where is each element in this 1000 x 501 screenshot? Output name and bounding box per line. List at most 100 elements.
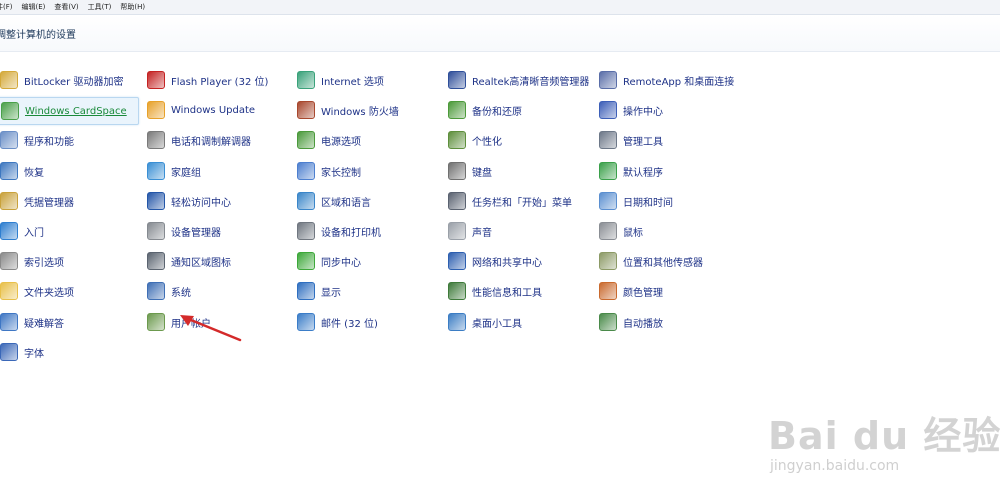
- cp-item-label: Windows CardSpace: [25, 105, 127, 117]
- personalization-icon: [448, 131, 466, 149]
- cp-item-fonts[interactable]: 字体: [0, 339, 44, 365]
- cp-item-phone-modem[interactable]: 电话和调制解调器: [147, 127, 251, 153]
- cp-item-credential[interactable]: 凭据管理器: [0, 188, 74, 214]
- getting-started-icon: [0, 222, 18, 240]
- cp-item-action-center[interactable]: 操作中心: [599, 97, 663, 123]
- cp-item-label: 文件夹选项: [24, 287, 74, 299]
- cp-item-label: 操作中心: [623, 106, 663, 118]
- device-manager-icon: [147, 222, 165, 240]
- cp-item-personalization[interactable]: 个性化: [448, 127, 502, 153]
- cp-item-indexing[interactable]: 索引选项: [0, 248, 64, 274]
- cp-item-folder-options[interactable]: 文件夹选项: [0, 278, 74, 304]
- windows-update-icon: [147, 101, 165, 119]
- troubleshoot-icon: [0, 313, 18, 331]
- cp-item-label: 邮件 (32 位): [321, 318, 378, 330]
- cp-item-label: 凭据管理器: [24, 197, 74, 209]
- cp-item-notification-area[interactable]: 通知区域图标: [147, 248, 231, 274]
- cp-item-devices-printers[interactable]: 设备和打印机: [297, 218, 381, 244]
- cp-item-ease-of-access[interactable]: 轻松访问中心: [147, 188, 231, 214]
- cp-item-performance[interactable]: 性能信息和工具: [448, 278, 542, 304]
- cp-item-label: Realtek高清晰音频管理器: [472, 76, 590, 88]
- indexing-icon: [0, 252, 18, 270]
- cp-item-getting-started[interactable]: 入门: [0, 218, 44, 244]
- action-center-icon: [599, 101, 617, 119]
- cp-item-homegroup[interactable]: 家庭组: [147, 158, 201, 184]
- performance-icon: [448, 282, 466, 300]
- cp-item-troubleshoot[interactable]: 疑难解答: [0, 309, 64, 335]
- cp-item-bitlocker-key[interactable]: BitLocker 驱动器加密: [0, 67, 123, 93]
- fonts-icon: [0, 343, 18, 361]
- cp-item-label: 显示: [321, 287, 341, 299]
- programs-icon: [0, 131, 18, 149]
- menu-file[interactable]: 件(F): [0, 2, 13, 12]
- cp-item-flash[interactable]: Flash Player (32 位): [147, 67, 268, 93]
- cp-item-internet-options[interactable]: Internet 选项: [297, 67, 384, 93]
- cp-item-mouse[interactable]: 鼠标: [599, 218, 643, 244]
- menu-tools[interactable]: 工具(T): [88, 2, 112, 12]
- cp-item-region-language[interactable]: 区域和语言: [297, 188, 371, 214]
- cp-item-label: 备份和还原: [472, 106, 522, 118]
- taskbar-start-icon: [448, 192, 466, 210]
- cp-item-device-manager[interactable]: 设备管理器: [147, 218, 221, 244]
- cardspace-icon: [1, 102, 19, 120]
- header-band: [0, 15, 1000, 52]
- cp-item-default-programs[interactable]: 默认程序: [599, 158, 663, 184]
- cp-item-label: 同步中心: [321, 257, 361, 269]
- cp-item-backup-restore[interactable]: 备份和还原: [448, 97, 522, 123]
- cp-item-sync-center[interactable]: 同步中心: [297, 248, 361, 274]
- cp-item-windows-update[interactable]: Windows Update: [147, 97, 255, 123]
- cp-item-sound[interactable]: 声音: [448, 218, 492, 244]
- cp-item-label: 管理工具: [623, 136, 663, 148]
- bitlocker-key-icon: [0, 71, 18, 89]
- cp-item-label: 程序和功能: [24, 136, 74, 148]
- cp-item-programs[interactable]: 程序和功能: [0, 127, 74, 153]
- homegroup-icon: [147, 162, 165, 180]
- cp-item-label: Windows Update: [171, 104, 256, 116]
- cp-item-label: 通知区域图标: [171, 257, 231, 269]
- menu-bar: 件(F) 编辑(E) 查看(V) 工具(T) 帮助(H): [0, 0, 1000, 15]
- cp-item-user-accounts[interactable]: 用户帐户: [147, 309, 211, 335]
- realtek-audio-icon: [448, 71, 466, 89]
- cp-item-taskbar-start[interactable]: 任务栏和「开始」菜单: [448, 188, 572, 214]
- cp-item-label: 默认程序: [623, 167, 663, 179]
- menu-edit[interactable]: 编辑(E): [22, 2, 46, 12]
- cp-item-date-time[interactable]: 日期和时间: [599, 188, 673, 214]
- cp-item-display[interactable]: 显示: [297, 278, 341, 304]
- cp-item-label: BitLocker 驱动器加密: [24, 76, 124, 88]
- cp-item-label: 性能信息和工具: [472, 287, 542, 299]
- backup-restore-icon: [448, 101, 466, 119]
- cp-item-label: 电源选项: [321, 136, 361, 148]
- cp-item-network-sharing[interactable]: 网络和共享中心: [448, 248, 542, 274]
- menu-view[interactable]: 查看(V): [54, 2, 78, 12]
- cp-item-desktop-gadgets[interactable]: 桌面小工具: [448, 309, 522, 335]
- cp-item-mail[interactable]: 邮件 (32 位): [297, 309, 378, 335]
- sound-icon: [448, 222, 466, 240]
- cp-item-power-options[interactable]: 电源选项: [297, 127, 361, 153]
- menu-help[interactable]: 帮助(H): [120, 2, 145, 12]
- cp-item-label: 日期和时间: [623, 197, 673, 209]
- cp-item-location-sensors[interactable]: 位置和其他传感器: [599, 248, 703, 274]
- cp-item-color-management[interactable]: 颜色管理: [599, 278, 663, 304]
- cp-item-label: RemoteApp 和桌面连接: [623, 76, 735, 88]
- page-title: 调整计算机的设置: [0, 30, 76, 41]
- internet-options-icon: [297, 71, 315, 89]
- notification-area-icon: [147, 252, 165, 270]
- color-management-icon: [599, 282, 617, 300]
- cp-item-parental-controls[interactable]: 家长控制: [297, 158, 361, 184]
- cp-item-system[interactable]: 系统: [147, 278, 191, 304]
- cp-item-label: Internet 选项: [321, 76, 384, 88]
- cp-item-label: 轻松访问中心: [171, 197, 231, 209]
- cp-item-label: 自动播放: [623, 318, 663, 330]
- cp-item-admin-tools[interactable]: 管理工具: [599, 127, 663, 153]
- cp-item-cardspace[interactable]: Windows CardSpace: [0, 97, 139, 125]
- cp-item-realtek-audio[interactable]: Realtek高清晰音频管理器: [448, 67, 589, 93]
- cp-item-keyboard[interactable]: 键盘: [448, 158, 492, 184]
- credential-icon: [0, 192, 18, 210]
- cp-item-recovery[interactable]: 恢复: [0, 158, 44, 184]
- watermark-url: jingyan.baidu.com: [770, 458, 900, 474]
- cp-item-firewall[interactable]: Windows 防火墙: [297, 97, 399, 123]
- cp-item-autoplay[interactable]: 自动播放: [599, 309, 663, 335]
- cp-item-remoteapp[interactable]: RemoteApp 和桌面连接: [599, 67, 734, 93]
- cp-item-label: 入门: [24, 227, 44, 239]
- location-sensors-icon: [599, 252, 617, 270]
